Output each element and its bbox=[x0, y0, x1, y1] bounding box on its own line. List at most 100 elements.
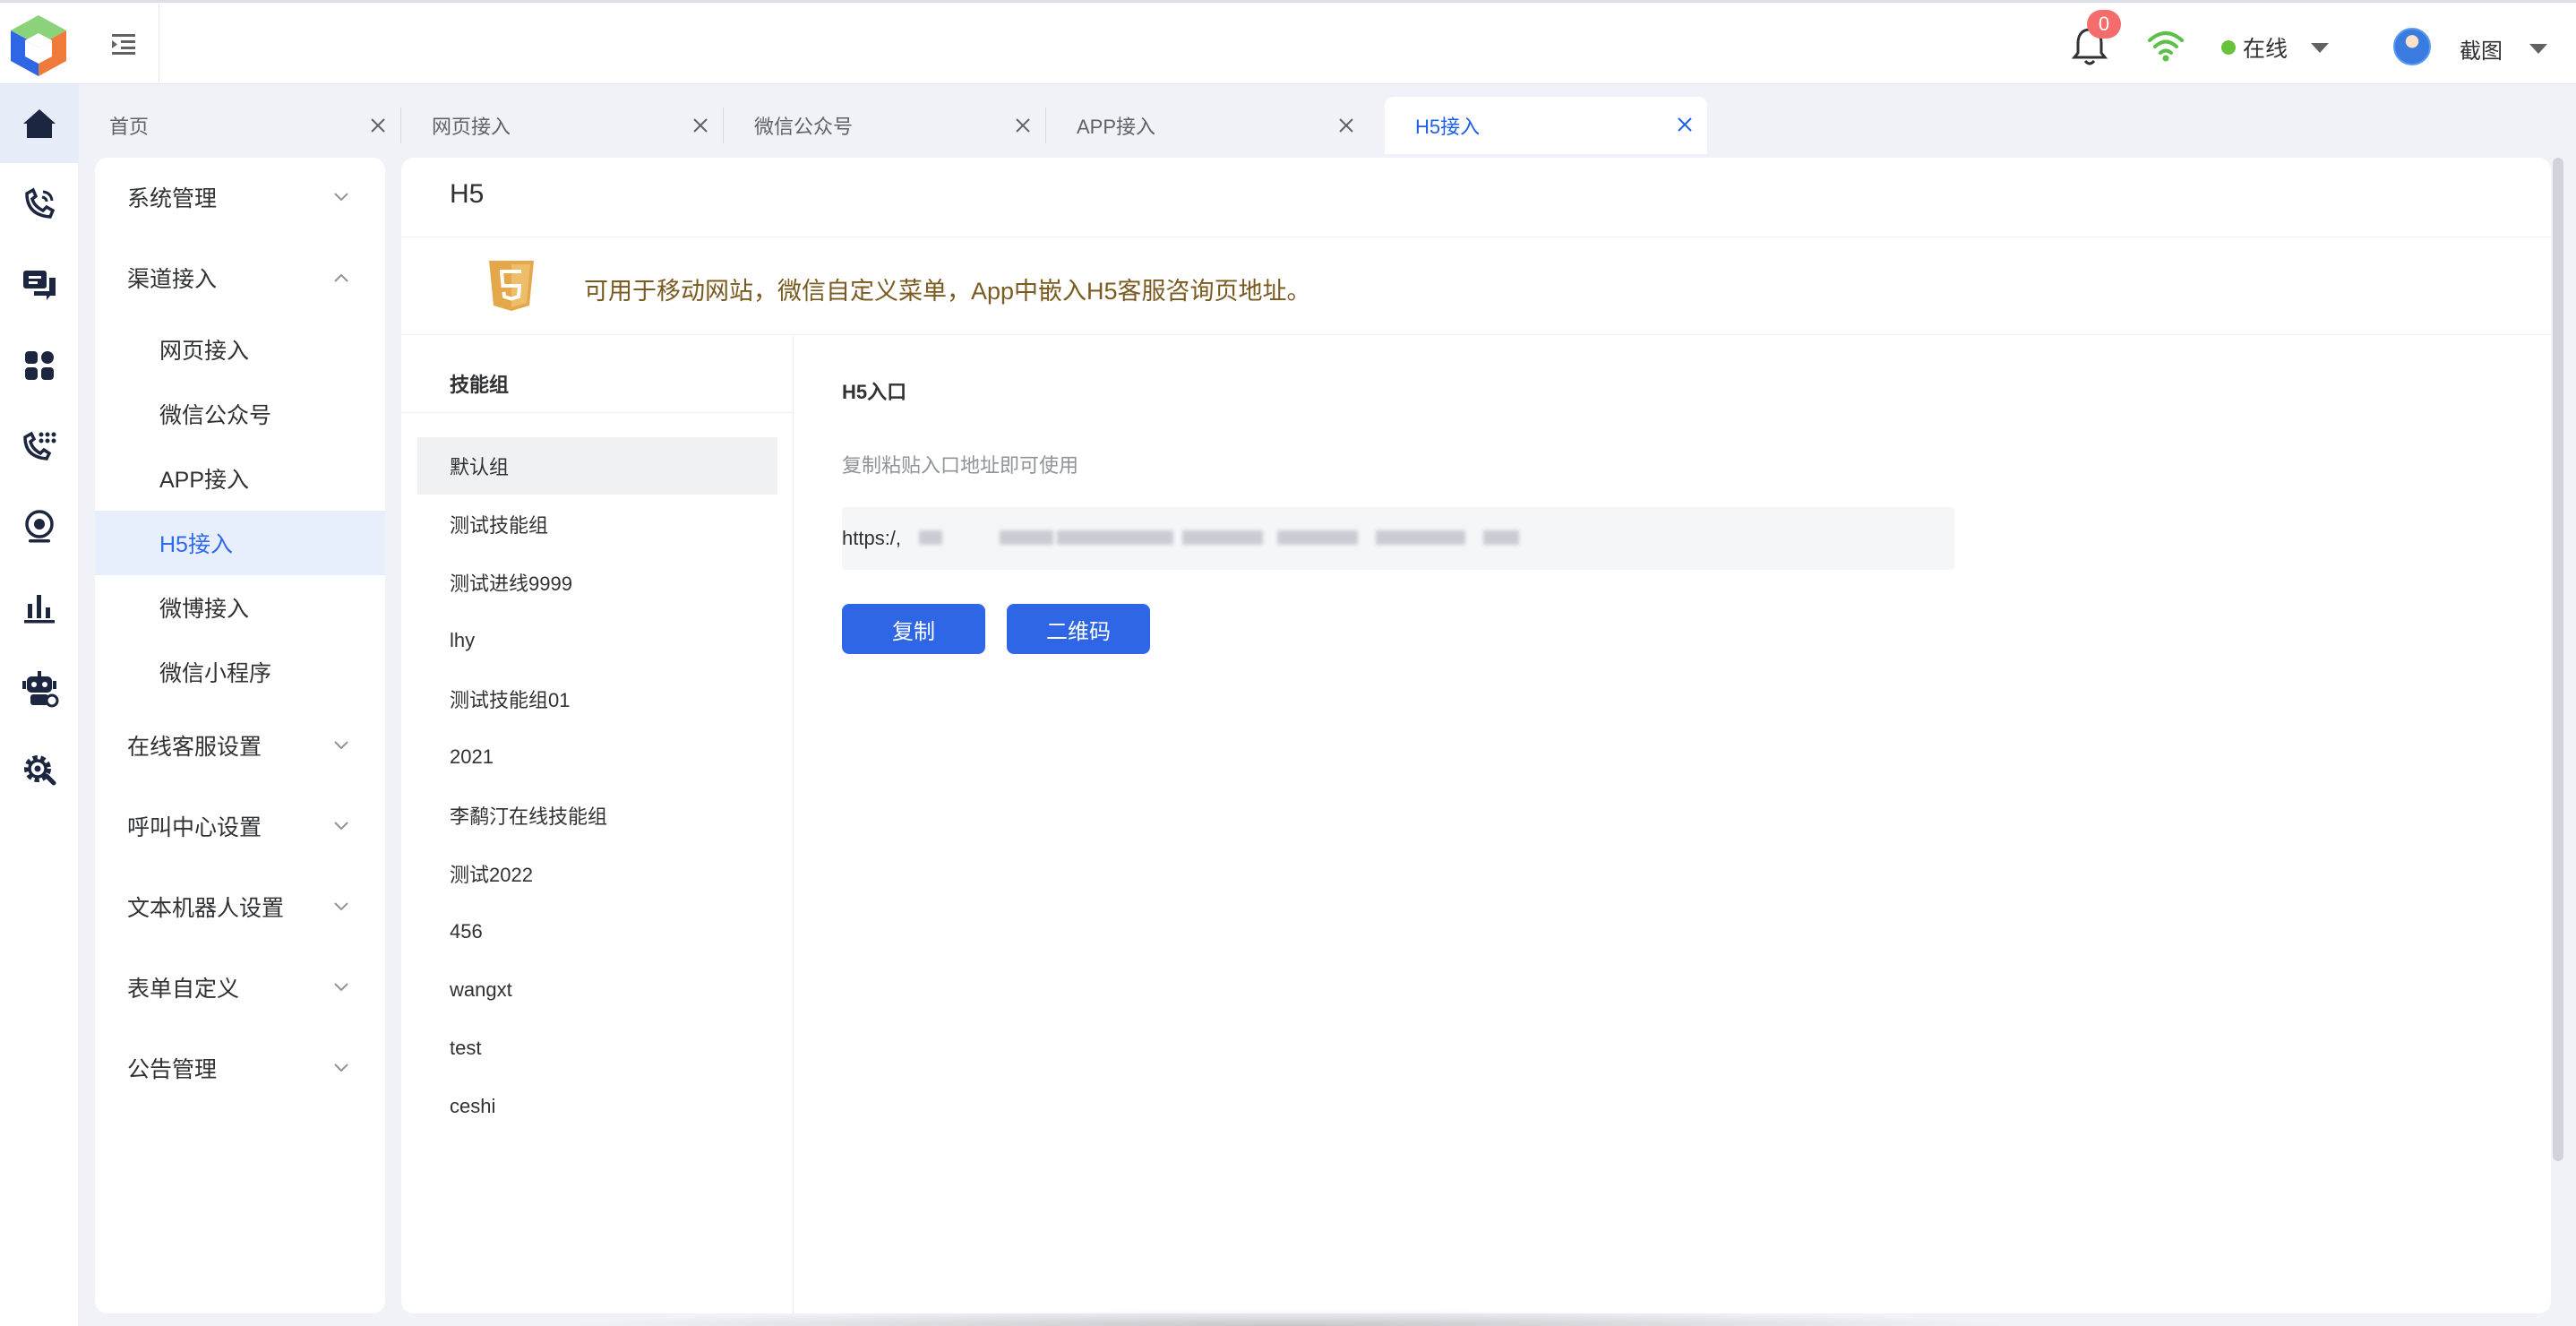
redacted-url bbox=[1483, 530, 1519, 545]
close-icon[interactable] bbox=[1013, 116, 1033, 135]
tab-home[interactable]: 首页 bbox=[79, 108, 401, 143]
tab-label: H5接入 bbox=[1415, 116, 1481, 138]
chevron-up-icon bbox=[334, 273, 348, 282]
chevron-down-icon bbox=[334, 193, 348, 202]
group-item[interactable]: 测试2022 bbox=[417, 845, 777, 902]
rail-monitor[interactable] bbox=[0, 487, 79, 566]
tab-wechat-official[interactable]: 微信公众号 bbox=[724, 108, 1046, 143]
camera-eye-icon bbox=[25, 510, 54, 543]
group-item[interactable]: ceshi bbox=[417, 1078, 777, 1135]
entry-title: H5入口 bbox=[842, 381, 907, 403]
user-name: 截图 bbox=[2460, 39, 2503, 64]
menu-label: APP接入 bbox=[159, 468, 250, 493]
group-item[interactable]: 456 bbox=[417, 903, 777, 960]
entry-url-field[interactable]: https:/, bbox=[842, 507, 1954, 570]
wifi-icon bbox=[2148, 31, 2184, 62]
menu-system-management[interactable]: 系统管理 bbox=[95, 165, 385, 229]
group-item[interactable]: 测试技能组 bbox=[417, 495, 777, 553]
group-item[interactable]: 测试进线9999 bbox=[417, 554, 777, 611]
group-item[interactable]: 默认组 bbox=[417, 437, 777, 495]
close-icon[interactable] bbox=[691, 116, 710, 135]
menu-wechat-miniprogram[interactable]: 微信小程序 bbox=[95, 640, 385, 704]
redacted-url bbox=[1000, 530, 1053, 545]
redacted-url bbox=[1277, 530, 1358, 545]
tab-h5-access[interactable]: H5接入 bbox=[1385, 97, 1707, 154]
gear-icon bbox=[24, 755, 56, 786]
apps-grid-icon bbox=[25, 351, 54, 380]
menu-channel-access[interactable]: 渠道接入 bbox=[95, 245, 385, 310]
icon-rail bbox=[0, 84, 79, 1326]
tab-label: 首页 bbox=[109, 116, 150, 138]
rail-reports[interactable] bbox=[0, 568, 79, 647]
rail-robot[interactable] bbox=[0, 649, 79, 728]
entry-hint: 复制粘贴入口地址即可使用 bbox=[842, 454, 1079, 477]
user-menu[interactable]: 截图 bbox=[2460, 33, 2547, 65]
close-icon[interactable] bbox=[368, 116, 388, 135]
caret-down-icon bbox=[2311, 42, 2330, 53]
rail-apps[interactable] bbox=[0, 326, 79, 405]
tab-web-access[interactable]: 网页接入 bbox=[401, 108, 724, 143]
top-bar: 0 在线 截图 bbox=[0, 0, 2576, 84]
group-item[interactable]: test bbox=[417, 1020, 777, 1077]
menu-announcement[interactable]: 公告管理 bbox=[95, 1036, 385, 1100]
page-title: H5 bbox=[450, 179, 485, 209]
skill-group-panel: 技能组 默认组 测试技能组 测试进线9999 lhy 测试技能组01 2021 … bbox=[401, 335, 794, 1313]
collapse-menu-button[interactable] bbox=[88, 3, 159, 84]
phone-call-icon bbox=[25, 187, 56, 219]
menu-wechat-official[interactable]: 微信公众号 bbox=[95, 382, 385, 446]
online-dot bbox=[2221, 40, 2236, 55]
menu-text-robot-settings[interactable]: 文本机器人设置 bbox=[95, 874, 385, 939]
tab-app-access[interactable]: APP接入 bbox=[1046, 108, 1369, 143]
menu-label: 系统管理 bbox=[127, 186, 218, 211]
redacted-url bbox=[1182, 530, 1263, 545]
status-label: 在线 bbox=[2243, 37, 2288, 62]
robot-icon bbox=[22, 671, 59, 708]
group-item[interactable]: wangxt bbox=[417, 961, 777, 1019]
scrollbar[interactable] bbox=[2553, 158, 2563, 1161]
entry-url-text: https:/, bbox=[842, 527, 902, 549]
group-item[interactable]: 李鹬汀在线技能组 bbox=[417, 787, 777, 844]
menu-h5-access[interactable]: H5接入 bbox=[95, 511, 385, 575]
redacted-url bbox=[919, 530, 942, 545]
app-logo-icon bbox=[11, 15, 66, 76]
home-icon bbox=[23, 109, 56, 138]
phone-keypad-icon bbox=[23, 431, 56, 461]
group-item[interactable]: 测试技能组01 bbox=[417, 670, 777, 728]
redacted-url bbox=[1057, 530, 1173, 545]
online-status-dropdown[interactable]: 在线 bbox=[2221, 30, 2330, 65]
menu-label: 微博接入 bbox=[159, 597, 250, 622]
chevron-down-icon bbox=[334, 983, 348, 992]
menu-label: 公告管理 bbox=[127, 1057, 218, 1082]
rail-settings[interactable] bbox=[0, 729, 79, 808]
menu-form-custom[interactable]: 表单自定义 bbox=[95, 955, 385, 1020]
redacted-url bbox=[1376, 530, 1465, 545]
menu-label: 微信小程序 bbox=[159, 661, 272, 686]
chevron-down-icon bbox=[334, 902, 348, 911]
menu-label: 表单自定义 bbox=[127, 977, 240, 1002]
rail-call[interactable] bbox=[0, 165, 79, 244]
menu-app-access[interactable]: APP接入 bbox=[95, 446, 385, 511]
h5-entry-panel: H5入口 复制粘贴入口地址即可使用 https:/, 复制 二维码 bbox=[794, 335, 2551, 1313]
rail-home[interactable] bbox=[0, 84, 79, 163]
menu-label: 微信公众号 bbox=[159, 403, 272, 428]
notice-banner: 可用于移动网站，微信自定义菜单，App中嵌入H5客服咨询页地址。 bbox=[401, 237, 2551, 334]
close-icon[interactable] bbox=[1675, 115, 1695, 134]
rail-chat[interactable] bbox=[0, 245, 79, 324]
qrcode-button[interactable]: 二维码 bbox=[1007, 604, 1150, 654]
menu-online-service-settings[interactable]: 在线客服设置 bbox=[95, 713, 385, 778]
close-icon[interactable] bbox=[1336, 116, 1356, 135]
group-item[interactable]: 2021 bbox=[417, 728, 777, 786]
menu-web-access[interactable]: 网页接入 bbox=[95, 317, 385, 382]
menu-label: 在线客服设置 bbox=[127, 735, 262, 760]
group-item[interactable]: lhy bbox=[417, 612, 777, 669]
side-menu: 系统管理 渠道接入 网页接入 微信公众号 APP接入 H5接入 微博接入 微信小… bbox=[95, 158, 385, 1313]
divider bbox=[401, 412, 794, 413]
rail-dialpad[interactable] bbox=[0, 407, 79, 486]
copy-button[interactable]: 复制 bbox=[842, 604, 985, 654]
bottom-shadow bbox=[555, 1310, 2024, 1326]
skill-group-header: 技能组 bbox=[450, 374, 510, 396]
menu-call-center-settings[interactable]: 呼叫中心设置 bbox=[95, 794, 385, 858]
menu-weibo-access[interactable]: 微博接入 bbox=[95, 575, 385, 640]
avatar[interactable] bbox=[2393, 28, 2431, 65]
notification-badge: 0 bbox=[2087, 10, 2121, 39]
